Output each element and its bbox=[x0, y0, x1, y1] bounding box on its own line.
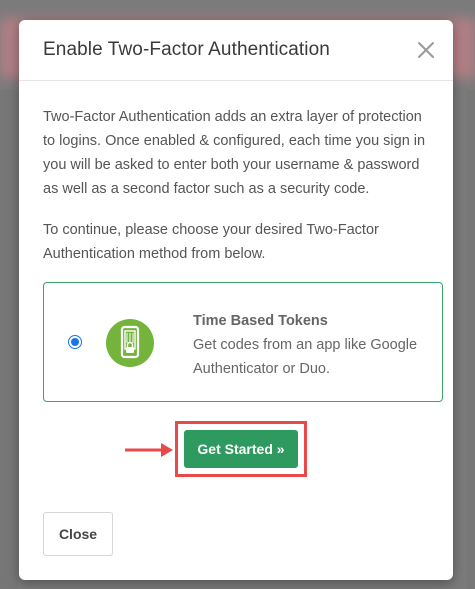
modal-title: Enable Two-Factor Authentication bbox=[43, 39, 330, 60]
method-description: Get codes from an app like Google Authen… bbox=[193, 337, 418, 377]
two-factor-modal: Enable Two-Factor Authentication Two-Fac… bbox=[19, 20, 453, 580]
highlight-box: Get Started » bbox=[175, 421, 307, 477]
close-button[interactable]: Close bbox=[43, 512, 113, 556]
intro-text: Two-Factor Authentication adds an extra … bbox=[43, 109, 426, 197]
phone-lock-icon bbox=[106, 319, 154, 367]
close-icon[interactable] bbox=[415, 39, 437, 61]
method-radio[interactable] bbox=[68, 335, 82, 349]
modal-header: Enable Two-Factor Authentication bbox=[19, 20, 453, 81]
modal-body: Two-Factor Authentication adds an extra … bbox=[43, 105, 435, 283]
pointer-arrow-icon bbox=[125, 443, 173, 457]
backdrop-left bbox=[0, 90, 18, 589]
method-option-time-based-tokens[interactable]: Time Based Tokens Get codes from an app … bbox=[43, 282, 443, 402]
get-started-button[interactable]: Get Started » bbox=[184, 430, 298, 468]
backdrop-right bbox=[467, 90, 475, 589]
instruction-text: To continue, please choose your desired … bbox=[43, 222, 379, 262]
method-text: Time Based Tokens Get codes from an app … bbox=[193, 309, 433, 381]
method-title: Time Based Tokens bbox=[193, 313, 328, 329]
